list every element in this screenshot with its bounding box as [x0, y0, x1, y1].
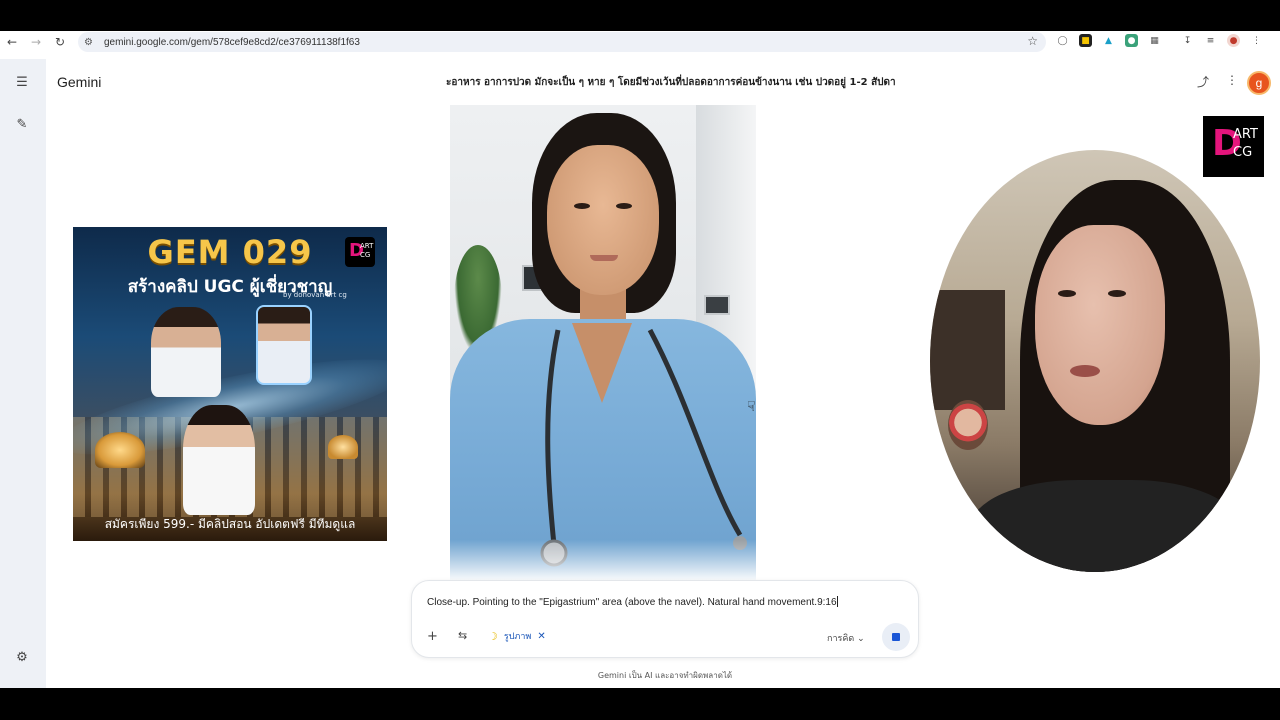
bookmark-star-icon[interactable]: ☆	[1027, 34, 1038, 48]
disclaimer: Gemini เป็น AI และอาจทำผิดพลาดได้	[0, 669, 1280, 682]
site-info-icon[interactable]: ⚙	[84, 37, 98, 48]
extensions-bar: ◯ ■ ▲ ● ▦ ↧ ≡ ● ⋮	[1056, 34, 1263, 47]
puzzle-icon[interactable]: ▦	[1148, 34, 1161, 47]
url-text: gemini.google.com/gem/578cef9e8cd2/ce376…	[104, 36, 360, 48]
hand-cursor-icon: ☟	[747, 399, 756, 415]
forward-icon[interactable]: →	[24, 31, 48, 53]
download-icon[interactable]: ↧	[1181, 34, 1194, 47]
promo-byline: by donovan art cg	[283, 291, 347, 299]
profile-extension-icon[interactable]: ●	[1227, 34, 1240, 47]
app-title: Gemini	[57, 74, 102, 90]
tune-icon[interactable]: ⇆	[458, 629, 467, 642]
sidebar: ☰ ✎ ⚙	[0, 59, 46, 688]
shield-extension-icon[interactable]: ◯	[1056, 34, 1069, 47]
stop-button[interactable]	[882, 623, 910, 651]
more-vert-icon[interactable]: ⋮	[1226, 73, 1238, 87]
browser-window: ← → ↻ ⚙ gemini.google.com/gem/578cef9e8c…	[0, 31, 1280, 688]
extension-icon-2[interactable]: ▲	[1102, 34, 1115, 47]
background-child	[948, 400, 988, 450]
image-tool-chip[interactable]: ☽ รูปภาพ ✕	[488, 626, 546, 646]
reload-icon[interactable]: ↻	[48, 31, 72, 53]
extension-icon-1[interactable]: ■	[1079, 34, 1092, 47]
extension-icon-3[interactable]: ●	[1125, 34, 1138, 47]
prompt-input[interactable]: Close-up. Pointing to the "Epigastrium" …	[427, 596, 838, 608]
promo-thumbnail: D ART CG GEM 029 สร้างคลิป UGC ผู้เชี่ยว…	[73, 227, 387, 541]
channel-logo: D ART CG	[1203, 116, 1264, 177]
background-door	[930, 290, 1005, 410]
promo-title: GEM 029	[147, 233, 313, 271]
image-tool-label: รูปภาพ	[503, 632, 532, 642]
logo-cg-text: CG	[1233, 145, 1253, 160]
address-bar[interactable]: ⚙ gemini.google.com/gem/578cef9e8cd2/ce3…	[78, 32, 1046, 52]
mode-label: การคิด	[827, 634, 855, 644]
browser-menu-icon[interactable]: ⋮	[1250, 34, 1263, 47]
promo-footer: สมัครเพียง 599.- มีคลิปสอน อัปเดตฟรี มีท…	[104, 517, 356, 531]
presenter-mouth	[1070, 365, 1100, 377]
back-icon[interactable]: ←	[0, 31, 24, 53]
text-caret	[836, 596, 838, 607]
browser-toolbar: ← → ↻ ⚙ gemini.google.com/gem/578cef9e8c…	[0, 31, 1280, 53]
avatar[interactable]: g	[1247, 71, 1271, 95]
lamp-shape-small	[328, 435, 358, 459]
pharmacist-figure	[183, 405, 255, 515]
prompt-input-text: Close-up. Pointing to the "Epigastrium" …	[427, 597, 837, 608]
generated-image[interactable]	[450, 105, 756, 580]
chat-title: ะอาหาร อาการปวด มักจะเป็น ๆ หาย ๆ โดยมีช…	[446, 77, 896, 88]
doctor-mirror-figure	[256, 305, 312, 385]
edit-icon[interactable]: ✎	[14, 116, 30, 132]
prompt-box[interactable]: Close-up. Pointing to the "Epigastrium" …	[411, 580, 919, 658]
lamp-shape	[95, 432, 145, 468]
share-icon[interactable]: ⤴	[1197, 73, 1209, 90]
disclaimer-text: Gemini เป็น AI และอาจทำผิดพลาดได้	[597, 671, 733, 680]
stop-icon	[892, 633, 900, 641]
stethoscope	[540, 328, 747, 567]
chevron-down-icon: ⌄	[857, 634, 865, 644]
gear-icon[interactable]: ⚙	[14, 649, 30, 665]
doctor-figure	[151, 307, 221, 397]
presenter-eye-right	[1108, 290, 1126, 297]
mode-selector[interactable]: การคิด ⌄	[827, 631, 865, 645]
banana-icon: ☽	[488, 629, 498, 643]
image-fade	[450, 540, 756, 580]
presenter-face	[1035, 225, 1165, 425]
media-icon[interactable]: ≡	[1204, 34, 1217, 47]
plus-icon[interactable]: +	[427, 629, 438, 644]
webcam-overlay	[930, 150, 1260, 572]
logo-art-text: ART	[1233, 127, 1258, 142]
hamburger-icon[interactable]: ☰	[14, 74, 30, 90]
close-icon[interactable]: ✕	[537, 631, 545, 642]
presenter-eye-left	[1058, 290, 1076, 297]
presenter-shirt	[970, 480, 1240, 572]
